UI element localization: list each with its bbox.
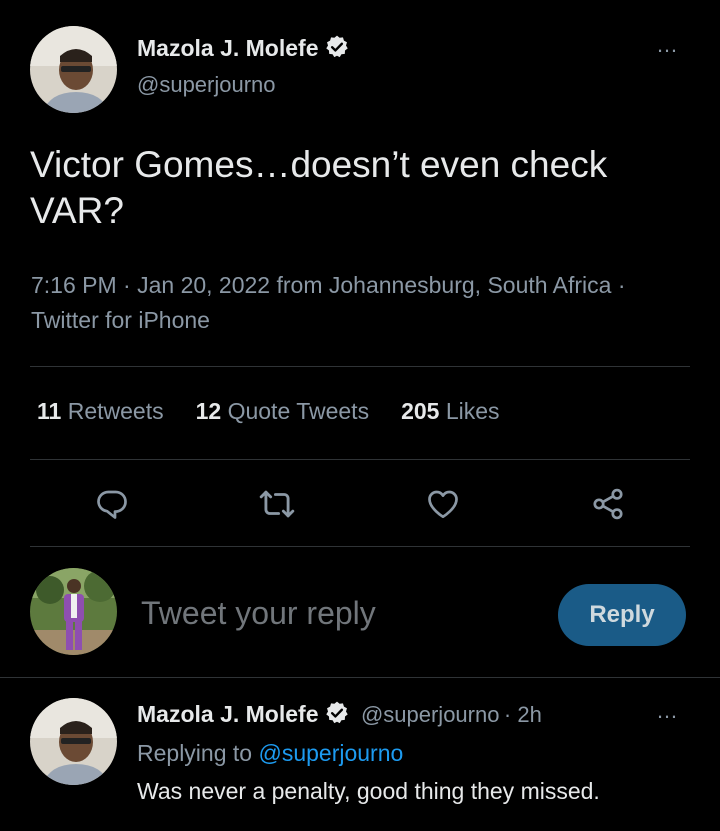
reply-author-handle[interactable]: @superjourno xyxy=(361,702,500,727)
retweets-stat[interactable]: 11 Retweets xyxy=(37,398,164,425)
reply-icon[interactable] xyxy=(92,484,132,524)
quotes-count: 12 xyxy=(195,398,222,424)
verified-badge-icon xyxy=(324,700,350,731)
reply-button[interactable]: Reply xyxy=(558,584,686,646)
reply-text: Was never a penalty, good thing they mis… xyxy=(137,778,600,804)
author-name-row: Mazola J. Molefe xyxy=(137,34,350,65)
reply-header: Mazola J. Molefe @superjourno · 2h xyxy=(137,700,542,731)
author-name[interactable]: Mazola J. Molefe xyxy=(137,35,318,61)
tweet-text: Victor Gomes…doesn’t even check VAR? xyxy=(30,144,608,231)
replying-to: Replying to @superjourno xyxy=(137,740,403,767)
retweet-icon[interactable] xyxy=(257,484,297,524)
tweet-meta: 7:16 PM · Jan 20, 2022 from Johannesburg… xyxy=(31,272,626,333)
verified-badge-icon xyxy=(324,34,350,65)
quotes-stat[interactable]: 12 Quote Tweets xyxy=(196,398,369,425)
divider xyxy=(30,459,690,460)
author-avatar[interactable] xyxy=(30,26,117,113)
more-icon[interactable]: … xyxy=(656,698,679,724)
current-user-avatar[interactable] xyxy=(30,568,117,655)
divider xyxy=(30,366,690,367)
quotes-label: Quote Tweets xyxy=(227,398,370,424)
reply-input[interactable]: Tweet your reply xyxy=(141,595,376,632)
reply-author-name[interactable]: Mazola J. Molefe xyxy=(137,701,318,727)
more-icon[interactable]: … xyxy=(656,32,679,58)
retweets-count: 11 xyxy=(37,398,62,424)
share-icon[interactable] xyxy=(588,484,628,524)
likes-label: Likes xyxy=(445,398,500,424)
tweet-stats: 11 Retweets 12 Quote Tweets 205 Likes xyxy=(37,398,532,425)
replying-to-prefix: Replying to xyxy=(137,740,253,766)
author-handle[interactable]: @superjourno xyxy=(137,72,276,98)
retweets-label: Retweets xyxy=(67,398,164,424)
divider xyxy=(30,546,690,547)
likes-count: 205 xyxy=(401,398,440,424)
reply-time[interactable]: · 2h xyxy=(504,702,542,727)
like-icon[interactable] xyxy=(423,484,463,524)
divider xyxy=(0,677,720,678)
likes-stat[interactable]: 205 Likes xyxy=(401,398,499,425)
replying-to-link[interactable]: @superjourno xyxy=(258,740,403,766)
reply-author-avatar[interactable] xyxy=(30,698,117,785)
